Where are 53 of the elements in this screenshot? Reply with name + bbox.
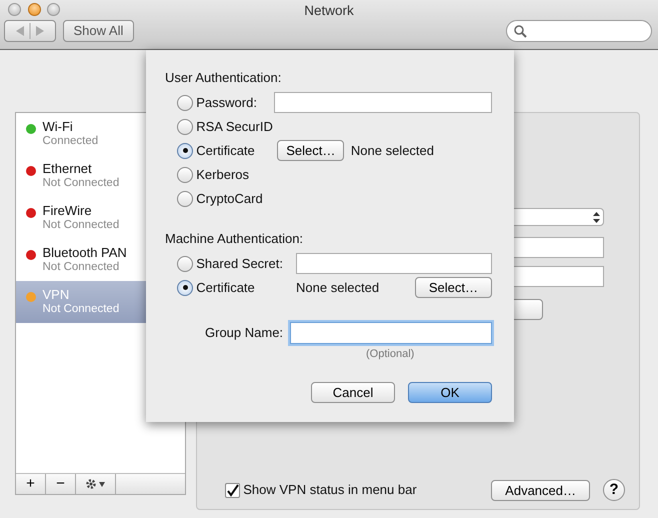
option-label: CryptoCard xyxy=(196,190,263,208)
ok-button[interactable]: OK xyxy=(408,382,492,403)
checkbox-icon[interactable] xyxy=(225,482,240,498)
service-status: Not Connected xyxy=(42,218,120,232)
minimize-window-icon[interactable] xyxy=(28,3,40,16)
window-title: Network xyxy=(303,2,355,20)
back-forward-buttons[interactable] xyxy=(4,20,56,42)
cancel-button[interactable]: Cancel xyxy=(311,382,395,403)
gear-icon xyxy=(84,478,106,490)
search-field[interactable] xyxy=(506,20,652,42)
service-status: Not Connected xyxy=(42,176,120,190)
search-icon xyxy=(514,24,526,38)
zoom-window-icon[interactable] xyxy=(47,3,60,16)
group-name-label: Group Name: xyxy=(205,324,284,342)
radio-button[interactable] xyxy=(177,118,193,135)
section-heading: Machine Authentication: xyxy=(165,230,304,248)
show-all-button[interactable]: Show All xyxy=(62,20,134,42)
shared-secret-field[interactable] xyxy=(296,253,492,274)
service-item[interactable]: Ethernet Not Connected xyxy=(16,155,185,197)
service-name: VPN xyxy=(42,287,70,302)
password-field[interactable] xyxy=(274,92,492,114)
selection-note: None selected xyxy=(296,278,380,297)
optional-hint: (Optional) xyxy=(366,346,416,362)
service-status: Connected xyxy=(42,134,98,148)
radio-button[interactable] xyxy=(177,94,193,111)
option-label: RSA SecurID xyxy=(196,118,273,136)
radio-button[interactable] xyxy=(177,256,193,272)
show-vpn-status-checkbox[interactable]: Show VPN status in menu bar xyxy=(225,480,417,500)
radio-button[interactable] xyxy=(177,190,193,207)
close-window-icon[interactable] xyxy=(8,3,21,16)
service-name: Ethernet xyxy=(42,161,93,176)
service-status: Not Connected xyxy=(42,260,120,274)
radio-button[interactable] xyxy=(177,166,193,183)
radio-button[interactable] xyxy=(177,142,193,159)
up-down-arrows-icon xyxy=(592,212,600,222)
service-name: Wi-Fi xyxy=(42,119,74,134)
option-label: Password: xyxy=(196,94,257,112)
option-label: Kerberos xyxy=(196,166,249,184)
radio-button[interactable] xyxy=(177,280,193,296)
help-button[interactable]: ? xyxy=(603,479,625,501)
service-name: Bluetooth PAN xyxy=(42,245,127,260)
select-button[interactable]: Select… xyxy=(277,140,344,162)
group-name-field[interactable] xyxy=(290,322,492,344)
selection-note: None selected xyxy=(350,142,434,160)
service-name: FireWire xyxy=(42,203,93,218)
option-label: Shared Secret: xyxy=(196,254,283,273)
service-status: Not Connected xyxy=(42,302,120,316)
option-label: Certificate xyxy=(196,142,255,160)
option-label: Certificate xyxy=(196,278,255,297)
section-heading: User Authentication: xyxy=(165,69,282,87)
advanced-button[interactable]: Advanced… xyxy=(491,480,590,500)
service-item[interactable]: Wi-Fi Connected xyxy=(16,113,185,155)
select-button[interactable]: Select… xyxy=(414,277,492,298)
